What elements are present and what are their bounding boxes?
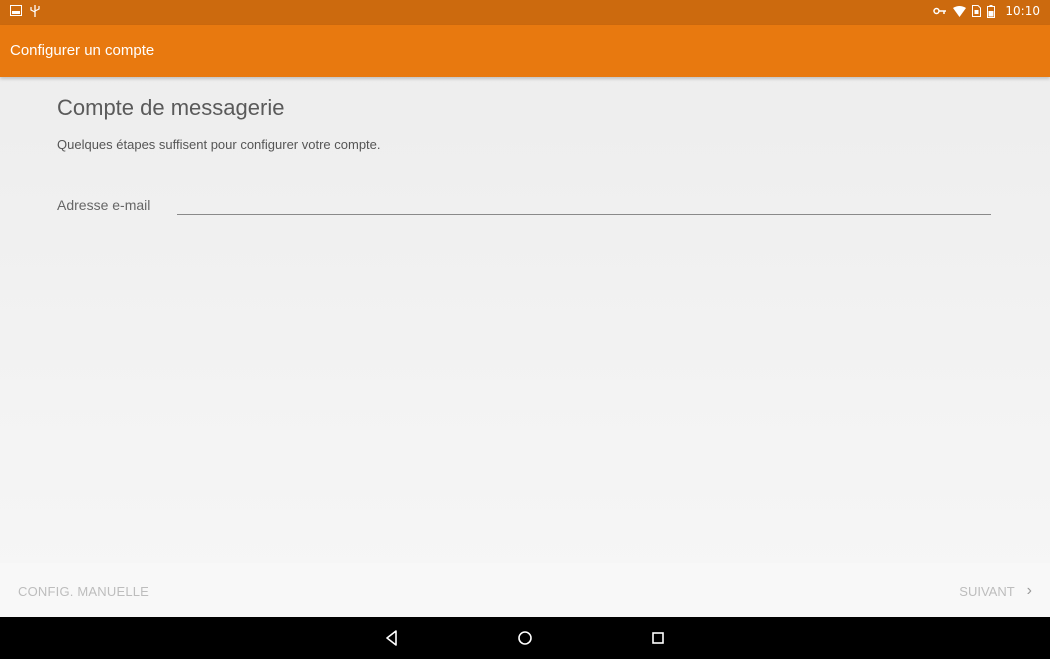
back-icon[interactable] (381, 627, 403, 649)
page-subtitle: Quelques étapes suffisent pour configure… (57, 137, 381, 152)
status-bar: 10:10 (0, 0, 1050, 25)
next-button[interactable]: SUIVANT › (959, 582, 1032, 600)
email-field[interactable] (177, 192, 991, 215)
toolbar-title: Configurer un compte (10, 42, 155, 59)
status-left-icons (10, 4, 40, 17)
chevron-right-icon: › (1026, 582, 1032, 599)
footer-action-bar: CONFIG. MANUELLE SUIVANT › (0, 563, 1050, 617)
vpn-key-icon (933, 6, 947, 16)
clock: 10:10 (1005, 4, 1040, 18)
recents-icon[interactable] (647, 627, 669, 649)
app-toolbar: Configurer un compte (0, 25, 1050, 77)
screen: 10:10 Configurer un compte Compte de mes… (0, 0, 1050, 659)
navigation-bar (0, 617, 1050, 659)
image-icon (10, 5, 22, 16)
battery-icon (987, 4, 996, 18)
usb-icon (30, 4, 40, 17)
sim-icon (972, 5, 982, 17)
wifi-icon (953, 5, 967, 17)
email-field-label: Adresse e-mail (57, 197, 151, 213)
manual-config-button[interactable]: CONFIG. MANUELLE (18, 584, 149, 599)
home-icon[interactable] (514, 627, 536, 649)
page-title: Compte de messagerie (57, 95, 285, 120)
status-right-icons: 10:10 (933, 4, 1040, 18)
next-button-label: SUIVANT (959, 583, 1015, 599)
